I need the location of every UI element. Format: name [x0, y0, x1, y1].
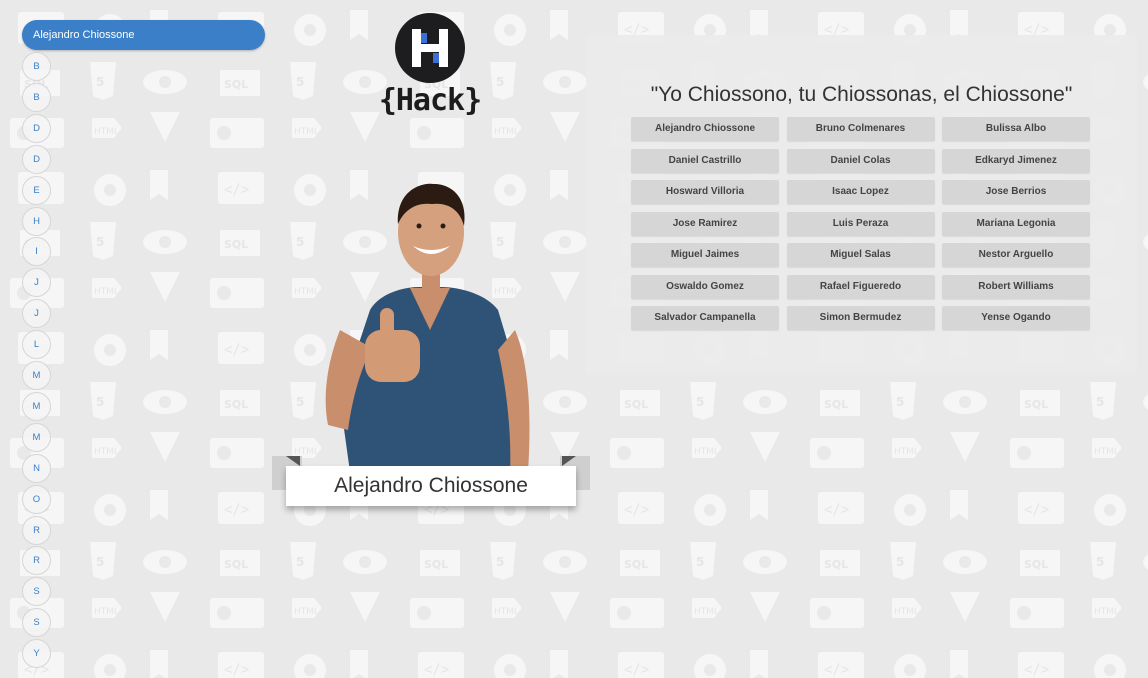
person-name-button[interactable]: Hosward Villoria	[631, 180, 779, 204]
person-name-button[interactable]: Robert Williams	[942, 274, 1090, 299]
letter-s-button[interactable]: S	[22, 577, 51, 607]
person-name-button[interactable]: Bulissa Albo	[942, 117, 1090, 141]
letter-r-button[interactable]: R	[22, 515, 51, 545]
person-name-button[interactable]: Miguel Salas	[786, 243, 935, 267]
person-name-button[interactable]: Daniel Castrillo	[631, 148, 779, 173]
hack-logo-icon	[395, 13, 465, 83]
letter-j-button[interactable]: J	[22, 268, 51, 298]
person-name-button[interactable]: Oswaldo Gomez	[631, 274, 779, 299]
letter-l-button[interactable]: L	[22, 330, 51, 360]
letter-m-button[interactable]: M	[22, 391, 51, 421]
letter-s-button[interactable]: S	[22, 608, 51, 638]
profile-name: Alejandro Chiossone	[286, 466, 576, 506]
person-name-button[interactable]: Miguel Jaimes	[631, 243, 779, 267]
letter-e-button[interactable]: E	[22, 175, 51, 205]
person-name-button[interactable]: Daniel Colas	[786, 148, 935, 173]
profile-photo	[325, 183, 530, 472]
names-panel: "Yo Chiossono, tu Chiossonas, el Chiosso…	[586, 35, 1137, 375]
letter-d-button[interactable]: D	[22, 144, 51, 174]
person-name-button[interactable]: Edkaryd Jimenez	[942, 148, 1090, 173]
letter-m-button[interactable]: M	[22, 361, 51, 390]
selected-person-button[interactable]: Alejandro Chiossone	[22, 20, 265, 50]
letter-i-button[interactable]: I	[22, 237, 51, 267]
letter-o-button[interactable]: O	[22, 484, 51, 514]
letter-y-button[interactable]: Y	[22, 639, 51, 669]
letter-b-button[interactable]: B	[22, 82, 51, 112]
ribbon-fold-left	[286, 456, 300, 466]
person-name-button[interactable]: Isaac Lopez	[786, 180, 935, 204]
person-name-button[interactable]: Mariana Legonia	[942, 211, 1090, 236]
letter-r-button[interactable]: R	[22, 546, 51, 576]
person-name-button[interactable]: Bruno Colmenares	[786, 117, 935, 141]
person-name-button[interactable]: Luis Peraza	[786, 211, 935, 236]
hack-logo-text: {Hack}	[378, 83, 482, 118]
person-name-button[interactable]: Jose Berrios	[942, 180, 1090, 204]
name-ribbon: Alejandro Chiossone	[272, 456, 590, 518]
letter-d-button[interactable]: D	[22, 113, 51, 143]
person-name-button[interactable]: Alejandro Chiossone	[631, 117, 779, 141]
quote-text: "Yo Chiossono, tu Chiossonas, el Chiosso…	[650, 83, 1073, 106]
letter-h-button[interactable]: H	[22, 206, 51, 236]
letter-n-button[interactable]: N	[22, 453, 51, 483]
letter-b-button[interactable]: B	[22, 52, 51, 81]
person-name-button[interactable]: Yense Ogando	[942, 306, 1090, 330]
person-name-button[interactable]: Simon Bermudez	[786, 306, 935, 330]
person-name-button[interactable]: Rafael Figueredo	[786, 274, 935, 299]
person-name-button[interactable]: Nestor Arguello	[942, 243, 1090, 267]
alphabet-sidebar: Alejandro Chiossone BBDDEHIJJLMMMNORRSSY	[0, 0, 280, 678]
letter-j-button[interactable]: J	[22, 299, 51, 329]
letter-m-button[interactable]: M	[22, 422, 51, 452]
hack-logo: {Hack}	[364, 11, 496, 121]
person-name-button[interactable]: Jose Ramirez	[631, 211, 779, 236]
person-name-button[interactable]: Salvador Campanella	[631, 306, 779, 330]
ribbon-fold-right	[562, 456, 576, 466]
